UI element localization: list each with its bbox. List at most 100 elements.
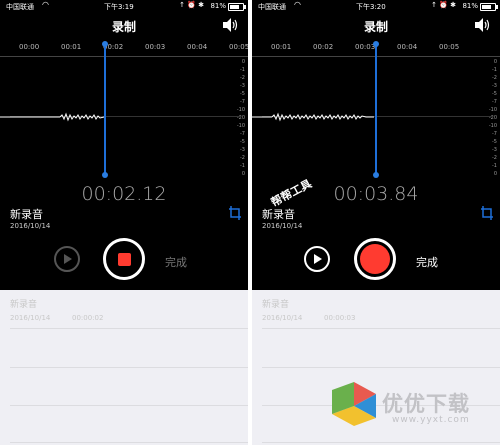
waveform-trace	[0, 112, 105, 122]
page-title: 录制	[111, 20, 136, 34]
divider	[10, 367, 248, 368]
ruler-label: 00:02	[313, 43, 334, 51]
ruler-label: 00:03	[145, 43, 166, 51]
battery-percent: 81%	[210, 2, 226, 10]
db-label: -10	[236, 107, 245, 113]
record-icon	[360, 244, 390, 274]
db-label: 0	[493, 59, 497, 65]
db-label: -1	[240, 163, 245, 169]
list-item-date: 2016/10/14	[10, 314, 51, 322]
list-item-title: 新录音	[10, 300, 38, 310]
list-item-duration: 00:00:03	[324, 314, 356, 322]
divider	[10, 405, 248, 406]
recorder-panel: 中国联通 ◠ 下午3:19 ↑ ⏰ ✱ 81% 录制 00:00 00:01 0…	[0, 0, 248, 290]
db-label: -7	[492, 131, 497, 137]
db-label: -1	[492, 163, 497, 169]
db-label: 0	[241, 59, 245, 65]
divider	[10, 328, 248, 329]
recording-name[interactable]: 新录音	[10, 206, 43, 222]
divider	[10, 442, 248, 443]
list-item-duration: 00:00:02	[72, 314, 104, 322]
alarm-icon: ↑ ⏰ ✱	[179, 1, 204, 9]
db-label: -3	[240, 147, 245, 153]
wifi-icon: ◠	[42, 0, 49, 9]
recording-date: 2016/10/14	[262, 222, 303, 230]
trim-icon[interactable]	[480, 205, 494, 221]
done-button[interactable]: 完成	[416, 254, 438, 270]
playhead[interactable]	[102, 41, 108, 178]
done-button[interactable]: 完成	[165, 254, 187, 270]
divider	[262, 367, 500, 368]
time-ruler: 00:00 00:01 00:02 00:03 00:04 00:05	[0, 40, 248, 57]
carrier-label: 中国联通	[6, 3, 34, 11]
db-label: -5	[492, 139, 497, 145]
page-title: 录制	[363, 20, 388, 34]
db-label: -10	[236, 123, 245, 129]
db-label: 0	[241, 171, 245, 177]
left-screen: 中国联通 ◠ 下午3:19 ↑ ⏰ ✱ 81% 录制 00:00 00:01 0…	[0, 0, 248, 445]
battery-percent: 81%	[462, 2, 478, 10]
ruler-label: 00:05	[439, 43, 460, 51]
waveform: 0 -1 -2 -3 -5 -7 -10 -20 -10 -7 -5 -3 -2 -1 0	[0, 57, 248, 177]
trim-icon[interactable]	[228, 205, 242, 221]
ruler-label: 00:01	[271, 43, 292, 51]
db-label: -7	[240, 99, 245, 105]
stop-icon	[118, 253, 131, 266]
db-label: -3	[492, 147, 497, 153]
stop-record-button[interactable]	[103, 238, 145, 280]
status-bar: 中国联通 ◠ 下午3:20 ↑ ⏰ ✱ 81%	[252, 0, 500, 12]
db-label: -10	[488, 123, 497, 129]
ruler-label: 00:04	[187, 43, 208, 51]
ruler-label: 00:05	[229, 43, 248, 51]
ruler-label: 00:00	[19, 43, 40, 51]
ruler-label: 00:04	[397, 43, 418, 51]
db-label: -2	[240, 155, 245, 161]
elapsed-timer: 00:02.12	[81, 183, 167, 205]
download-site-logo-icon	[332, 382, 376, 426]
alarm-icon: ↑ ⏰ ✱	[431, 1, 456, 9]
status-time: 下午3:19	[104, 3, 134, 11]
db-label: -10	[488, 107, 497, 113]
carrier-label: 中国联通	[258, 3, 286, 11]
recording-date: 2016/10/14	[10, 222, 51, 230]
play-button[interactable]	[304, 246, 330, 272]
db-label: -3	[492, 83, 497, 89]
status-bar: 中国联通 ◠ 下午3:19 ↑ ⏰ ✱ 81%	[0, 0, 248, 12]
db-label: -2	[492, 155, 497, 161]
wifi-icon: ◠	[294, 0, 301, 9]
record-button[interactable]	[354, 238, 396, 280]
logo-text: 优优下载	[382, 392, 470, 416]
speaker-icon[interactable]	[222, 17, 240, 33]
db-label: -1	[492, 67, 497, 73]
db-label: -5	[240, 139, 245, 145]
logo-url: www.yyxt.com	[392, 415, 470, 425]
db-label: -2	[240, 75, 245, 81]
db-label: 0	[493, 171, 497, 177]
db-label: -5	[492, 91, 497, 97]
ruler-label: 00:01	[61, 43, 82, 51]
db-label: -20	[488, 115, 497, 121]
speaker-icon[interactable]	[474, 17, 492, 33]
db-label: -3	[240, 83, 245, 89]
play-icon	[314, 254, 322, 264]
list-item-date: 2016/10/14	[262, 314, 303, 322]
status-time: 下午3:20	[356, 3, 386, 11]
recorder-panel: 中国联通 ◠ 下午3:20 ↑ ⏰ ✱ 81% 录制 00:01 00:02 0…	[252, 0, 500, 290]
play-button[interactable]	[54, 246, 80, 272]
list-item-title: 新录音	[262, 300, 290, 310]
db-label: -2	[492, 75, 497, 81]
db-label: -20	[236, 115, 245, 121]
db-label: -5	[240, 91, 245, 97]
waveform-trace	[252, 112, 374, 122]
battery-icon	[228, 3, 246, 11]
db-label: -7	[240, 131, 245, 137]
db-label: -7	[492, 99, 497, 105]
divider	[262, 442, 500, 443]
battery-icon	[480, 3, 498, 11]
right-screen: 中国联通 ◠ 下午3:20 ↑ ⏰ ✱ 81% 录制 00:01 00:02 0…	[252, 0, 500, 445]
play-icon	[64, 254, 72, 264]
recordings-list: 新录音 2016/10/14 00:00:02	[0, 290, 248, 445]
playhead[interactable]	[373, 41, 379, 178]
db-label: -1	[240, 67, 245, 73]
divider	[262, 328, 500, 329]
